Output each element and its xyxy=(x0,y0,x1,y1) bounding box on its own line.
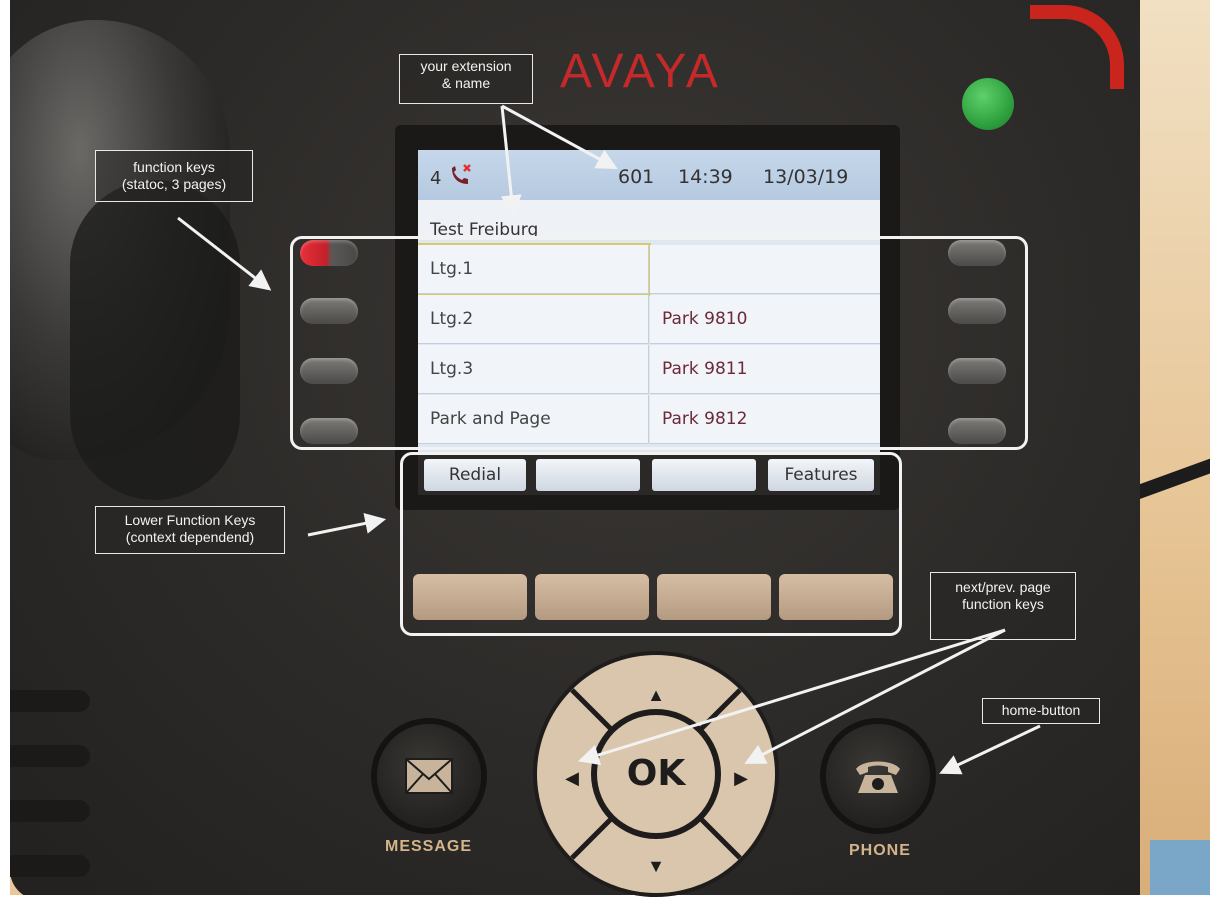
speaker-slot xyxy=(10,690,90,712)
callout-line: next/prev. page xyxy=(955,579,1051,595)
callout-function-keys: function keys (statoc, 3 pages) xyxy=(95,150,253,202)
speaker-slot xyxy=(10,745,90,767)
brand-logo: AVAYA xyxy=(560,45,721,98)
callout-line: function keys xyxy=(133,159,215,175)
callout-line: (context dependend) xyxy=(125,529,255,545)
blue-object xyxy=(1150,840,1210,900)
extension-number: 601 xyxy=(618,166,655,188)
nav-up-button[interactable]: ▲ xyxy=(644,683,668,707)
callout-home-button: home-button xyxy=(982,698,1100,724)
ok-button[interactable]: OK xyxy=(597,715,715,833)
lower-keys-frame xyxy=(400,452,902,636)
function-keys-frame xyxy=(290,236,1028,450)
callout-line: & name xyxy=(441,75,491,91)
clock-time: 14:39 xyxy=(678,166,733,188)
status-bar: 4 601 14:39 13/03/19 xyxy=(418,150,880,200)
callout-line: Lower Function Keys xyxy=(124,512,256,528)
callout-extension-name: your extension & name xyxy=(399,54,533,104)
phone-label: PHONE xyxy=(849,842,911,859)
envelope-icon xyxy=(405,758,453,794)
message-button[interactable] xyxy=(377,724,481,828)
clock-date: 13/03/19 xyxy=(763,166,849,188)
call-count: 4 xyxy=(430,168,442,189)
callout-page-keys: next/prev. page function keys xyxy=(930,572,1076,640)
nav-right-button[interactable]: ▶ xyxy=(729,766,753,790)
message-label: MESSAGE xyxy=(385,838,473,855)
user-name-row: Test Freiburg xyxy=(418,200,880,240)
callout-lower-function-keys: Lower Function Keys (context dependend) xyxy=(95,506,285,554)
callout-line: (statoc, 3 pages) xyxy=(121,176,227,192)
handset-cradle xyxy=(70,180,240,500)
phone-home-button[interactable] xyxy=(826,724,930,828)
wall-background xyxy=(1140,0,1210,905)
telephone-icon xyxy=(856,761,900,793)
status-led xyxy=(962,78,1014,130)
phone-photo: AVAYA 4 601 14:39 13/03/19 Test Freiburg… xyxy=(0,0,1210,905)
speaker-slot xyxy=(10,800,90,822)
image-border-left xyxy=(0,0,10,905)
nav-down-button[interactable]: ▼ xyxy=(644,854,668,878)
callout-line: function keys xyxy=(962,596,1044,612)
speaker-slot xyxy=(10,855,90,877)
callout-line: your extension xyxy=(420,58,512,74)
nav-left-button[interactable]: ◀ xyxy=(560,766,584,790)
image-border-bottom xyxy=(0,895,1210,905)
missed-call-icon xyxy=(452,164,471,184)
